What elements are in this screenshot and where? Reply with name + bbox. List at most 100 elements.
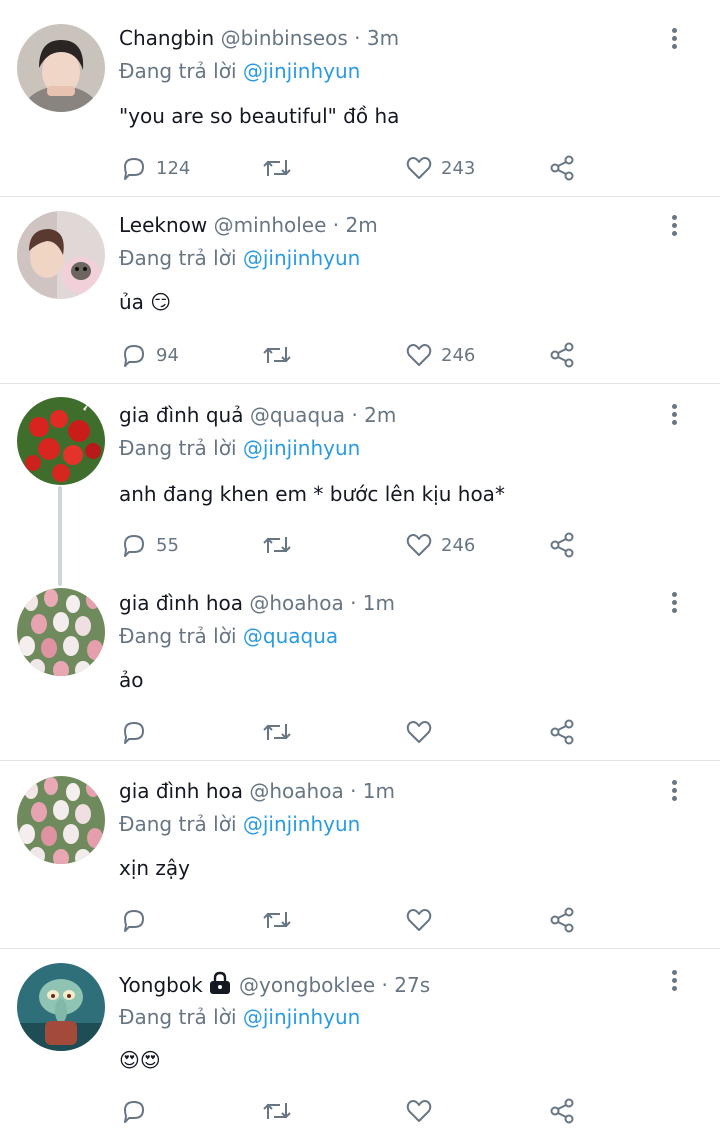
- tweet[interactable]: gia đình hoa @hoahoa · 1m Đang trả lời @…: [0, 761, 720, 948]
- avatar[interactable]: [17, 397, 105, 485]
- reply-icon: [124, 1101, 144, 1123]
- share-button[interactable]: [548, 530, 576, 560]
- tweet-text: 😍😍: [119, 1048, 161, 1072]
- timestamp[interactable]: 3m: [367, 26, 399, 50]
- retweet-icon: [263, 1103, 291, 1119]
- share-button[interactable]: [548, 1096, 576, 1126]
- separator: ·: [381, 973, 388, 997]
- user-name[interactable]: gia đình quả: [119, 403, 243, 427]
- tweet[interactable]: Yongbok @yongboklee · 27s Đang trả lời @…: [0, 949, 720, 1130]
- like-count: 243: [441, 157, 476, 179]
- tweet[interactable]: Changbin @binbinseos · 3m Đang trả lời @…: [0, 0, 720, 196]
- share-button[interactable]: [548, 717, 576, 747]
- tweet[interactable]: gia đình hoa @hoahoa · 1m Đang trả lời @…: [0, 572, 720, 760]
- user-name[interactable]: Yongbok: [119, 973, 203, 997]
- like-button[interactable]: 243: [405, 153, 475, 183]
- reply-count: 94: [156, 344, 179, 366]
- reply-mention[interactable]: @jinjinhyun: [243, 1005, 360, 1029]
- retweet-icon: [263, 537, 291, 553]
- reply-mention[interactable]: @jinjinhyun: [243, 436, 360, 460]
- retweet-button[interactable]: [262, 530, 292, 560]
- retweet-button[interactable]: [262, 153, 292, 183]
- timestamp[interactable]: 1m: [363, 591, 395, 615]
- tweet[interactable]: Leeknow @minholee · 2m Đang trả lời @jin…: [0, 197, 720, 383]
- user-handle[interactable]: @yongboklee: [239, 973, 375, 997]
- reply-button[interactable]: 124: [120, 153, 190, 183]
- more-vertical-icon[interactable]: [664, 404, 684, 430]
- user-name[interactable]: Changbin: [119, 26, 214, 50]
- heart-icon: [406, 534, 432, 556]
- lock-icon: [209, 971, 230, 994]
- user-handle[interactable]: @hoahoa: [249, 779, 343, 803]
- avatar[interactable]: [17, 211, 105, 299]
- share-button[interactable]: [548, 340, 576, 370]
- retweet-icon: [263, 912, 291, 928]
- user-name[interactable]: Leeknow: [119, 213, 207, 237]
- like-button[interactable]: 246: [405, 530, 475, 560]
- more-vertical-icon[interactable]: [664, 970, 684, 996]
- retweet-button[interactable]: [262, 905, 292, 935]
- separator: ·: [350, 779, 357, 803]
- share-icon: [550, 907, 574, 933]
- more-vertical-icon[interactable]: [664, 780, 684, 806]
- reply-button[interactable]: [120, 905, 148, 935]
- more-vertical-icon[interactable]: [664, 215, 684, 241]
- tweet[interactable]: gia đình quả @quaqua · 2m Đang trả lời @…: [0, 384, 720, 572]
- share-icon: [550, 342, 574, 368]
- reply-button[interactable]: [120, 717, 148, 747]
- separator: ·: [350, 591, 357, 615]
- like-button[interactable]: [405, 905, 433, 935]
- timestamp[interactable]: 1m: [363, 779, 395, 803]
- reply-button[interactable]: 55: [120, 530, 179, 560]
- like-button[interactable]: 246: [405, 340, 475, 370]
- reply-icon: [124, 535, 144, 557]
- tweet-text: xịn zậy: [119, 856, 191, 880]
- user-handle[interactable]: @quaqua: [250, 403, 345, 427]
- avatar[interactable]: [17, 963, 105, 1051]
- reply-mention[interactable]: @jinjinhyun: [243, 246, 360, 270]
- tweet-text: ảo: [119, 668, 144, 692]
- reply-button[interactable]: 94: [120, 340, 179, 370]
- heart-icon: [406, 157, 432, 179]
- share-button[interactable]: [548, 905, 576, 935]
- share-icon: [550, 1098, 574, 1124]
- user-name[interactable]: gia đình hoa: [119, 779, 243, 803]
- more-vertical-icon[interactable]: [664, 28, 684, 54]
- share-icon: [550, 155, 574, 181]
- avatar[interactable]: [17, 776, 105, 864]
- tweet-text: ủa 😏: [119, 290, 172, 314]
- user-handle[interactable]: @binbinseos: [221, 26, 348, 50]
- retweet-button[interactable]: [262, 1096, 292, 1126]
- like-button[interactable]: [405, 717, 433, 747]
- reply-button[interactable]: [120, 1096, 148, 1126]
- timestamp[interactable]: 27s: [394, 973, 430, 997]
- reply-mention[interactable]: @jinjinhyun: [243, 59, 360, 83]
- like-count: 246: [441, 344, 476, 366]
- retweet-icon: [263, 724, 291, 740]
- reply-prefix: Đang trả lời: [119, 624, 237, 648]
- reply-prefix: Đang trả lời: [119, 1005, 237, 1029]
- avatar[interactable]: [17, 24, 105, 112]
- share-button[interactable]: [548, 153, 576, 183]
- reply-icon: [124, 910, 144, 932]
- more-vertical-icon[interactable]: [664, 592, 684, 618]
- reply-count: 55: [156, 534, 179, 556]
- user-handle[interactable]: @hoahoa: [249, 591, 343, 615]
- timestamp[interactable]: 2m: [346, 213, 378, 237]
- reply-mention[interactable]: @jinjinhyun: [243, 812, 360, 836]
- retweet-button[interactable]: [262, 717, 292, 747]
- like-count: 246: [441, 534, 476, 556]
- separator: ·: [354, 26, 361, 50]
- retweet-button[interactable]: [262, 340, 292, 370]
- reply-prefix: Đang trả lời: [119, 812, 237, 836]
- separator: ·: [351, 403, 358, 427]
- user-name[interactable]: gia đình hoa: [119, 591, 243, 615]
- separator: ·: [332, 213, 340, 237]
- reply-prefix: Đang trả lời: [119, 436, 237, 460]
- like-button[interactable]: [405, 1096, 433, 1126]
- user-handle[interactable]: @minholee: [214, 213, 327, 237]
- avatar[interactable]: [17, 588, 105, 676]
- reply-mention[interactable]: @quaqua: [243, 624, 338, 648]
- reply-icon: [124, 345, 144, 367]
- timestamp[interactable]: 2m: [364, 403, 396, 427]
